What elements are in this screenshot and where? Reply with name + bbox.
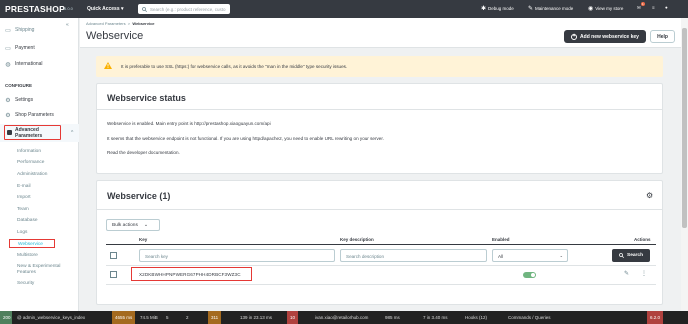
- list-card-title: Webservice (1): [107, 191, 171, 201]
- chevron-down-icon: ⌄: [143, 222, 148, 228]
- render-time[interactable]: 985 ms: [382, 311, 403, 324]
- globe-icon: ◍: [5, 61, 11, 68]
- select-all-checkbox[interactable]: [110, 252, 117, 259]
- truck-icon: ▭: [5, 27, 11, 34]
- search-input[interactable]: Search (e.g.: product reference, custo: [138, 4, 230, 14]
- status-line-enabled: Webservice is enabled. Main entry point …: [107, 121, 271, 126]
- gear-icon: ⚙: [5, 97, 11, 104]
- sidebar-subitem-experimental[interactable]: New & Experimental Features: [17, 264, 73, 275]
- sidebar-subitem-performance[interactable]: Performance: [17, 160, 44, 165]
- prestashop-logo[interactable]: PRESTASHOP: [5, 4, 65, 14]
- maintenance-mode-link[interactable]: ✎ Maintenance mode: [528, 5, 573, 12]
- count-three[interactable]: 311: [208, 311, 222, 324]
- sidebar-subitem-webservice[interactable]: Webservice: [9, 239, 55, 248]
- enabled-toggle[interactable]: [523, 272, 536, 278]
- status-line-docs[interactable]: Read the developer documentation.: [107, 150, 180, 155]
- sidebar-subitem-information[interactable]: Information: [17, 149, 41, 154]
- help-button[interactable]: Help: [650, 30, 675, 43]
- search-key-input[interactable]: Search key: [139, 249, 335, 262]
- column-header-key[interactable]: Key: [139, 237, 147, 242]
- enabled-filter-select[interactable]: All ⌄: [492, 249, 568, 262]
- sidebar-subitem-team[interactable]: Team: [17, 207, 29, 212]
- more-actions-icon[interactable]: ⋮: [641, 270, 647, 277]
- edit-icon[interactable]: ✎: [624, 270, 629, 277]
- avatar[interactable]: ●: [665, 5, 668, 10]
- status-code[interactable]: 200: [0, 311, 12, 324]
- column-header-description[interactable]: Key description: [340, 237, 374, 242]
- search-icon: [619, 253, 624, 258]
- search-icon: [142, 6, 147, 12]
- webservice-status-card: Webservice status Webservice is enabled.…: [96, 83, 663, 174]
- count-four[interactable]: 10: [287, 311, 299, 324]
- alert-text: It is preferable to use SSL (https:) for…: [121, 63, 348, 69]
- search-description-input[interactable]: Search description: [340, 249, 487, 262]
- sidebar-subitem-import[interactable]: Import: [17, 195, 31, 200]
- debug-mode-link[interactable]: ✱ Debug mode: [481, 5, 514, 12]
- breadcrumb-current: Webservice: [132, 21, 155, 26]
- count-two[interactable]: 2: [183, 311, 192, 324]
- wrench-icon: ✎: [528, 6, 534, 12]
- ssl-warning-alert: It is preferable to use SSL (https:) for…: [96, 56, 663, 77]
- status-line-warning: It seems that the webservice endpoint is…: [107, 136, 384, 141]
- time-metric[interactable]: 4655 ms: [112, 311, 136, 324]
- sidebar-item-shipping[interactable]: ▭ Shipping: [5, 27, 34, 34]
- row-checkbox[interactable]: [110, 271, 117, 278]
- breadcrumb: Advanced Parameters > Webservice: [86, 21, 155, 26]
- symfony-version[interactable]: 6.2.0: [647, 311, 664, 324]
- version-label: 8.0.0: [64, 6, 73, 11]
- sidebar-subitem-multistore[interactable]: Multistore: [17, 253, 38, 258]
- sidebar-subitem-email[interactable]: E-mail: [17, 184, 31, 189]
- column-header-enabled[interactable]: Enabled: [492, 237, 510, 242]
- status-card-title: Webservice status: [107, 93, 186, 103]
- hooks-metric[interactable]: Hooks (12): [462, 311, 490, 324]
- memory-metric[interactable]: 74.5 MiB: [137, 311, 161, 324]
- webservice-key-cell[interactable]: X2DKBWHHPNPWERG67PHH4DRBCF3WZ3C: [131, 267, 252, 281]
- bulk-actions-dropdown[interactable]: Bulk actions ⌄: [106, 219, 160, 231]
- logged-user[interactable]: ivan.xiao@retailorhub.com: [312, 311, 371, 324]
- sidebar-subitem-security[interactable]: Security: [17, 281, 34, 286]
- page-header: Advanced Parameters > Webservice Webserv…: [80, 18, 688, 48]
- quick-access-dropdown[interactable]: Quick Access ▾: [87, 6, 124, 12]
- db-queries[interactable]: 139 in 23.13 ms: [237, 311, 275, 324]
- count-one[interactable]: 5: [163, 311, 172, 324]
- sidebar-subitem-database[interactable]: Database: [17, 218, 38, 223]
- page-title: Webservice: [86, 30, 144, 42]
- add-webservice-key-button[interactable]: + Add new webservice key: [564, 30, 646, 43]
- eye-icon: ◉: [588, 6, 594, 12]
- column-header-actions: Actions: [634, 237, 651, 242]
- warning-icon: [104, 62, 112, 69]
- scrollbar[interactable]: [681, 18, 688, 311]
- symfony-debug-toolbar: 200 @ admin_webservice_keys_index 4655 m…: [0, 311, 688, 324]
- chevron-up-icon[interactable]: ^: [71, 130, 73, 136]
- sidebar-subitem-logs[interactable]: Logs: [17, 230, 27, 235]
- gear-icon: ⚙: [5, 112, 11, 119]
- bug-icon: ✱: [481, 6, 487, 12]
- chevron-down-icon: ⌄: [559, 253, 563, 258]
- notification-badge: 1: [641, 2, 645, 6]
- configure-heading: CONFIGURE: [5, 83, 32, 88]
- employee-menu-icon[interactable]: ≡: [652, 5, 655, 10]
- breadcrumb-parent[interactable]: Advanced Parameters: [86, 21, 126, 26]
- sidebar-item-shop-parameters[interactable]: ⚙ Shop Parameters: [5, 112, 54, 119]
- sidebar-item-settings[interactable]: ⚙ Settings: [5, 97, 33, 104]
- top-bar: PRESTASHOP 8.0.0 Quick Access ▾ Search (…: [0, 0, 688, 18]
- view-my-store-link[interactable]: ◉ View my store: [588, 5, 623, 12]
- collapse-sidebar-icon[interactable]: «: [66, 22, 69, 28]
- sidebar-item-payment[interactable]: ▭ Payment: [5, 45, 35, 52]
- settings-icon: [7, 130, 12, 135]
- webservice-list-card: Webservice (1) ⚙: [96, 180, 663, 305]
- commands-metric[interactable]: Commands / Queries: [505, 311, 554, 324]
- route-name[interactable]: @ admin_webservice_keys_index: [14, 311, 88, 324]
- card-icon: ▭: [5, 45, 11, 52]
- scroll-thumb[interactable]: [682, 28, 687, 228]
- sidebar-item-international[interactable]: ◍ International: [5, 61, 42, 68]
- plus-circle-icon: +: [571, 33, 578, 40]
- search-button[interactable]: Search: [612, 249, 650, 262]
- notifications-icon[interactable]: ✉: [637, 5, 641, 11]
- sidebar-subitem-administration[interactable]: Administration: [17, 172, 47, 177]
- sidebar-item-advanced-parameters[interactable]: Advanced Parameters: [4, 125, 61, 140]
- twig-metric[interactable]: 7 in 3.40 ms: [420, 311, 451, 324]
- gear-icon[interactable]: ⚙: [646, 191, 653, 200]
